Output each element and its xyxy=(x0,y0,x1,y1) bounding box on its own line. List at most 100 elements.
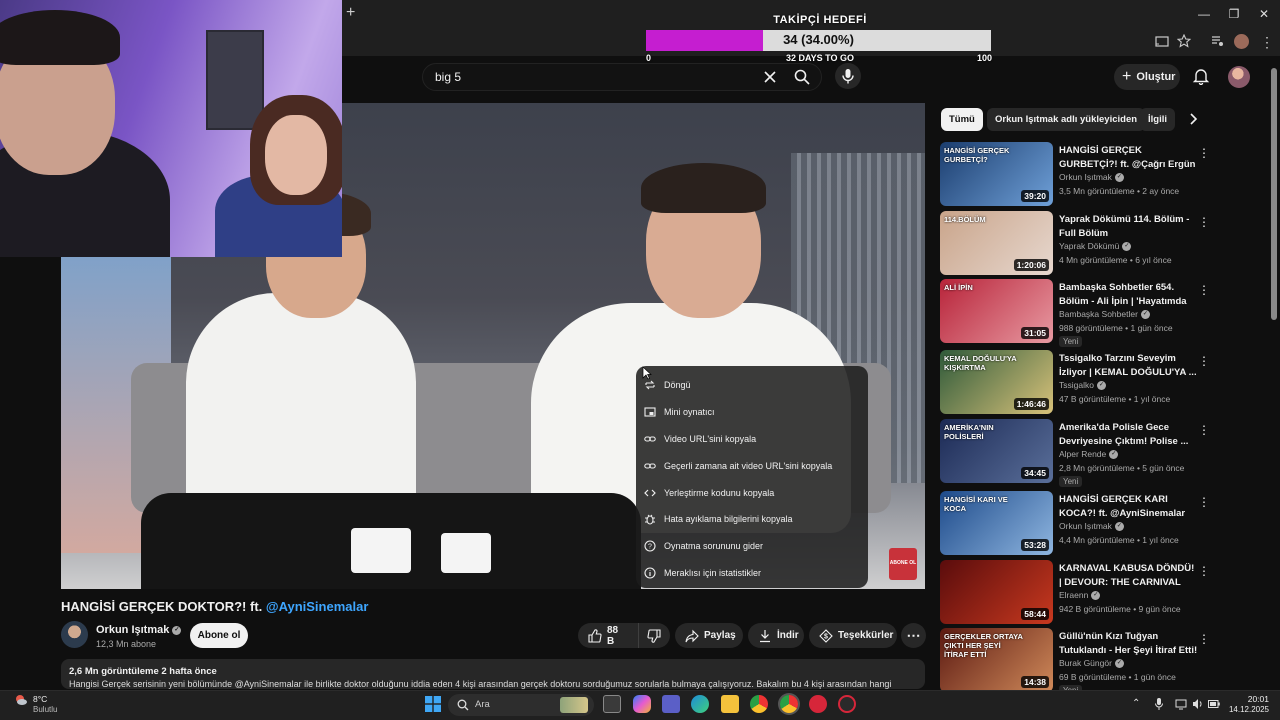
recommendation-thumbnail[interactable]: ALİ İPİN 31:05 xyxy=(940,279,1053,343)
video-title-mention-link[interactable]: @AyniSinemalar xyxy=(266,599,369,614)
description-box[interactable]: 2,6 Mn görüntüleme 2 hafta önce Hangisi … xyxy=(61,659,925,689)
context-menu-item-copy-url-time[interactable]: Geçerli zamana ait video URL'sini kopyal… xyxy=(636,452,868,479)
context-menu-item-loop[interactable]: Döngü xyxy=(636,372,868,399)
chip-related[interactable]: İlgili xyxy=(1140,108,1175,131)
app-red-icon[interactable] xyxy=(809,695,827,713)
clear-search-icon[interactable] xyxy=(763,70,777,84)
browser-menu-icon[interactable]: ⋮ xyxy=(1259,34,1275,50)
recommendation-channel[interactable]: Tssigalko ✓ xyxy=(1059,380,1106,391)
weather-icon[interactable] xyxy=(14,693,28,707)
chrome-active-icon[interactable] xyxy=(780,695,798,713)
recommendation-thumbnail[interactable]: GERÇEKLER ORTAYA ÇIKTI HER ŞEYİ İTİRAF E… xyxy=(940,628,1053,692)
chip-from-uploader[interactable]: Orkun Işıtmak adlı yükleyiciden xyxy=(987,108,1146,131)
taskbar-date[interactable]: 14.12.2025 xyxy=(1219,705,1269,714)
more-actions-button[interactable]: ⋯ xyxy=(901,623,926,648)
recommendation-channel[interactable]: Orkun Işıtmak ✓ xyxy=(1059,521,1124,532)
close-window-icon[interactable]: ✕ xyxy=(1256,6,1272,22)
search-input[interactable] xyxy=(435,70,755,84)
windows-start-icon[interactable] xyxy=(425,696,441,712)
app-dark-icon[interactable] xyxy=(838,695,856,713)
recommendation-thumbnail[interactable]: HANGİSİ KARI VE KOCA 53:28 xyxy=(940,491,1053,555)
recommendation-item[interactable]: ALİ İPİN 31:05 Bambaşka Sohbetler 654. Böl… xyxy=(940,279,1270,347)
context-menu-item-stats[interactable]: Meraklısı için istatistikler xyxy=(636,560,868,587)
new-tab-icon[interactable]: + xyxy=(346,5,362,21)
recommendation-channel[interactable]: Alper Rende ✓ xyxy=(1059,449,1119,460)
taskbar-search[interactable]: Ara xyxy=(448,694,594,716)
maximize-icon[interactable]: ❐ xyxy=(1226,6,1242,22)
chrome-icon[interactable] xyxy=(750,695,768,713)
more-vertical-icon[interactable]: ⋮ xyxy=(1198,495,1210,509)
recommendation-thumbnail[interactable]: HANGİSİ GERÇEK GURBETÇİ? 39:20 xyxy=(940,142,1053,206)
notifications-bell-icon[interactable] xyxy=(1192,67,1210,85)
voice-search-button[interactable] xyxy=(835,63,861,89)
cast-icon[interactable] xyxy=(1155,34,1171,50)
context-menu-item-troubleshoot[interactable]: ? Oynatma sorununu gider xyxy=(636,533,868,560)
recommendation-title[interactable]: Bambaşka Sohbetler 654. Bölüm - Ali İpin… xyxy=(1059,281,1199,308)
context-menu-item-embed-code[interactable]: Yerleştirme kodunu kopyala xyxy=(636,479,868,506)
recommendation-title[interactable]: HANGİSİ GERÇEK GURBETÇİ?! ft. @Çağrı Erg… xyxy=(1059,144,1199,171)
recommendation-channel[interactable]: Burak Güngör ✓ xyxy=(1059,658,1124,669)
subscribe-button[interactable]: Abone ol xyxy=(190,623,248,648)
recommendation-title[interactable]: Amerika'da Polisle Gece Devriyesine Çıkt… xyxy=(1059,421,1199,448)
like-button[interactable]: 88 B xyxy=(578,623,638,648)
download-button[interactable]: İndir xyxy=(748,623,804,648)
recommendation-thumbnail[interactable]: 58:44 xyxy=(940,560,1053,624)
recommendation-title[interactable]: Güllü'nün Kızı Tuğyan Tutuklandı - Her Ş… xyxy=(1059,630,1199,657)
recommendation-channel[interactable]: Elraenn ✓ xyxy=(1059,590,1101,601)
context-menu-item-copy-url[interactable]: Video URL'sini kopyala xyxy=(636,426,868,453)
recommendation-item[interactable]: KEMAL DOĞULU'YA KIŞKIRTMA 1:46:46 Tssigalk… xyxy=(940,350,1270,416)
more-vertical-icon[interactable]: ⋮ xyxy=(1198,215,1210,229)
copilot-icon[interactable] xyxy=(633,695,651,713)
recommendation-thumbnail[interactable]: KEMAL DOĞULU'YA KIŞKIRTMA 1:46:46 xyxy=(940,350,1053,414)
more-vertical-icon[interactable]: ⋮ xyxy=(1198,564,1210,578)
subscribe-overlay-badge[interactable]: ABONE OL xyxy=(889,548,917,580)
chip-all[interactable]: Tümü xyxy=(941,108,983,131)
more-vertical-icon[interactable]: ⋮ xyxy=(1198,354,1210,368)
recommendation-item[interactable]: 58:44 KARNAVAL KABUSA DÖNDÜ! | DEVOUR: TH… xyxy=(940,560,1270,626)
edge-icon[interactable] xyxy=(691,695,709,713)
search-icon[interactable] xyxy=(794,69,810,85)
recommendation-item[interactable]: HANGİSİ KARI VE KOCA 53:28 HANGİSİ GERÇEK … xyxy=(940,491,1270,557)
search-bar[interactable] xyxy=(422,63,822,91)
tray-mic-icon[interactable] xyxy=(1154,697,1164,711)
account-avatar[interactable] xyxy=(1228,66,1250,88)
recommendation-title[interactable]: KARNAVAL KABUSA DÖNDÜ! | DEVOUR: THE CAR… xyxy=(1059,562,1199,589)
recommendation-thumbnail[interactable]: 114.BÖLÜM 1:20:06 xyxy=(940,211,1053,275)
chevron-right-icon[interactable] xyxy=(1186,112,1200,126)
recommendation-item[interactable]: HANGİSİ GERÇEK GURBETÇİ? 39:20 HANGİSİ GER… xyxy=(940,142,1270,208)
recommendation-item[interactable]: GERÇEKLER ORTAYA ÇIKTI HER ŞEYİ İTİRAF E… xyxy=(940,628,1270,696)
create-button[interactable]: + Oluştur xyxy=(1114,64,1180,90)
profile-avatar[interactable] xyxy=(1234,34,1249,49)
tray-expand-icon[interactable]: ⌃ xyxy=(1132,698,1144,710)
more-vertical-icon[interactable]: ⋮ xyxy=(1198,146,1210,160)
channel-avatar[interactable] xyxy=(61,621,88,648)
channel-name[interactable]: Orkun Işıtmak ✓ xyxy=(96,624,182,636)
recommendation-title[interactable]: Yaprak Dökümü 114. Bölüm - Full Bölüm xyxy=(1059,213,1199,240)
recommendation-channel[interactable]: Orkun Işıtmak ✓ xyxy=(1059,172,1124,183)
more-vertical-icon[interactable]: ⋮ xyxy=(1198,632,1210,646)
page-scrollbar[interactable] xyxy=(1271,68,1277,320)
recommendation-item[interactable]: 114.BÖLÜM 1:20:06 Yaprak Dökümü 114. Bölüm… xyxy=(940,211,1270,277)
media-controls-icon[interactable] xyxy=(1210,34,1226,50)
tray-network-icon[interactable] xyxy=(1175,698,1187,710)
recommendation-title[interactable]: HANGİSİ GERÇEK KARI KOCA?! ft. @AyniSine… xyxy=(1059,493,1199,520)
share-button[interactable]: Paylaş xyxy=(675,623,743,648)
thanks-button[interactable]: $ Teşekkürler xyxy=(809,623,897,648)
context-menu-item-debug-info[interactable]: Hata ayıklama bilgilerini kopyala xyxy=(636,506,868,533)
tray-volume-icon[interactable] xyxy=(1192,698,1204,710)
dislike-button[interactable] xyxy=(638,623,670,648)
recommendation-thumbnail[interactable]: AMERİKA'NIN POLİSLERİ 34:45 xyxy=(940,419,1053,483)
file-explorer-icon[interactable] xyxy=(721,695,739,713)
task-view-icon[interactable] xyxy=(603,695,621,713)
more-vertical-icon[interactable]: ⋮ xyxy=(1198,423,1210,437)
bookmark-star-icon[interactable] xyxy=(1177,34,1193,50)
recommendation-title[interactable]: Tssigalko Tarzını Seveyim İzliyor | KEMA… xyxy=(1059,352,1199,379)
context-menu-item-miniplayer[interactable]: Mini oynatıcı xyxy=(636,399,868,426)
recommendation-channel[interactable]: Yaprak Dökümü ✓ xyxy=(1059,241,1132,252)
taskbar-time[interactable]: 20:01 xyxy=(1233,694,1269,704)
teams-icon[interactable] xyxy=(662,695,680,713)
minimize-icon[interactable]: — xyxy=(1196,6,1212,22)
recommendation-channel[interactable]: Bambaşka Sohbetler ✓ xyxy=(1059,309,1150,320)
more-vertical-icon[interactable]: ⋮ xyxy=(1198,283,1210,297)
recommendation-item[interactable]: AMERİKA'NIN POLİSLERİ 34:45 Amerika'da Pol… xyxy=(940,419,1270,487)
